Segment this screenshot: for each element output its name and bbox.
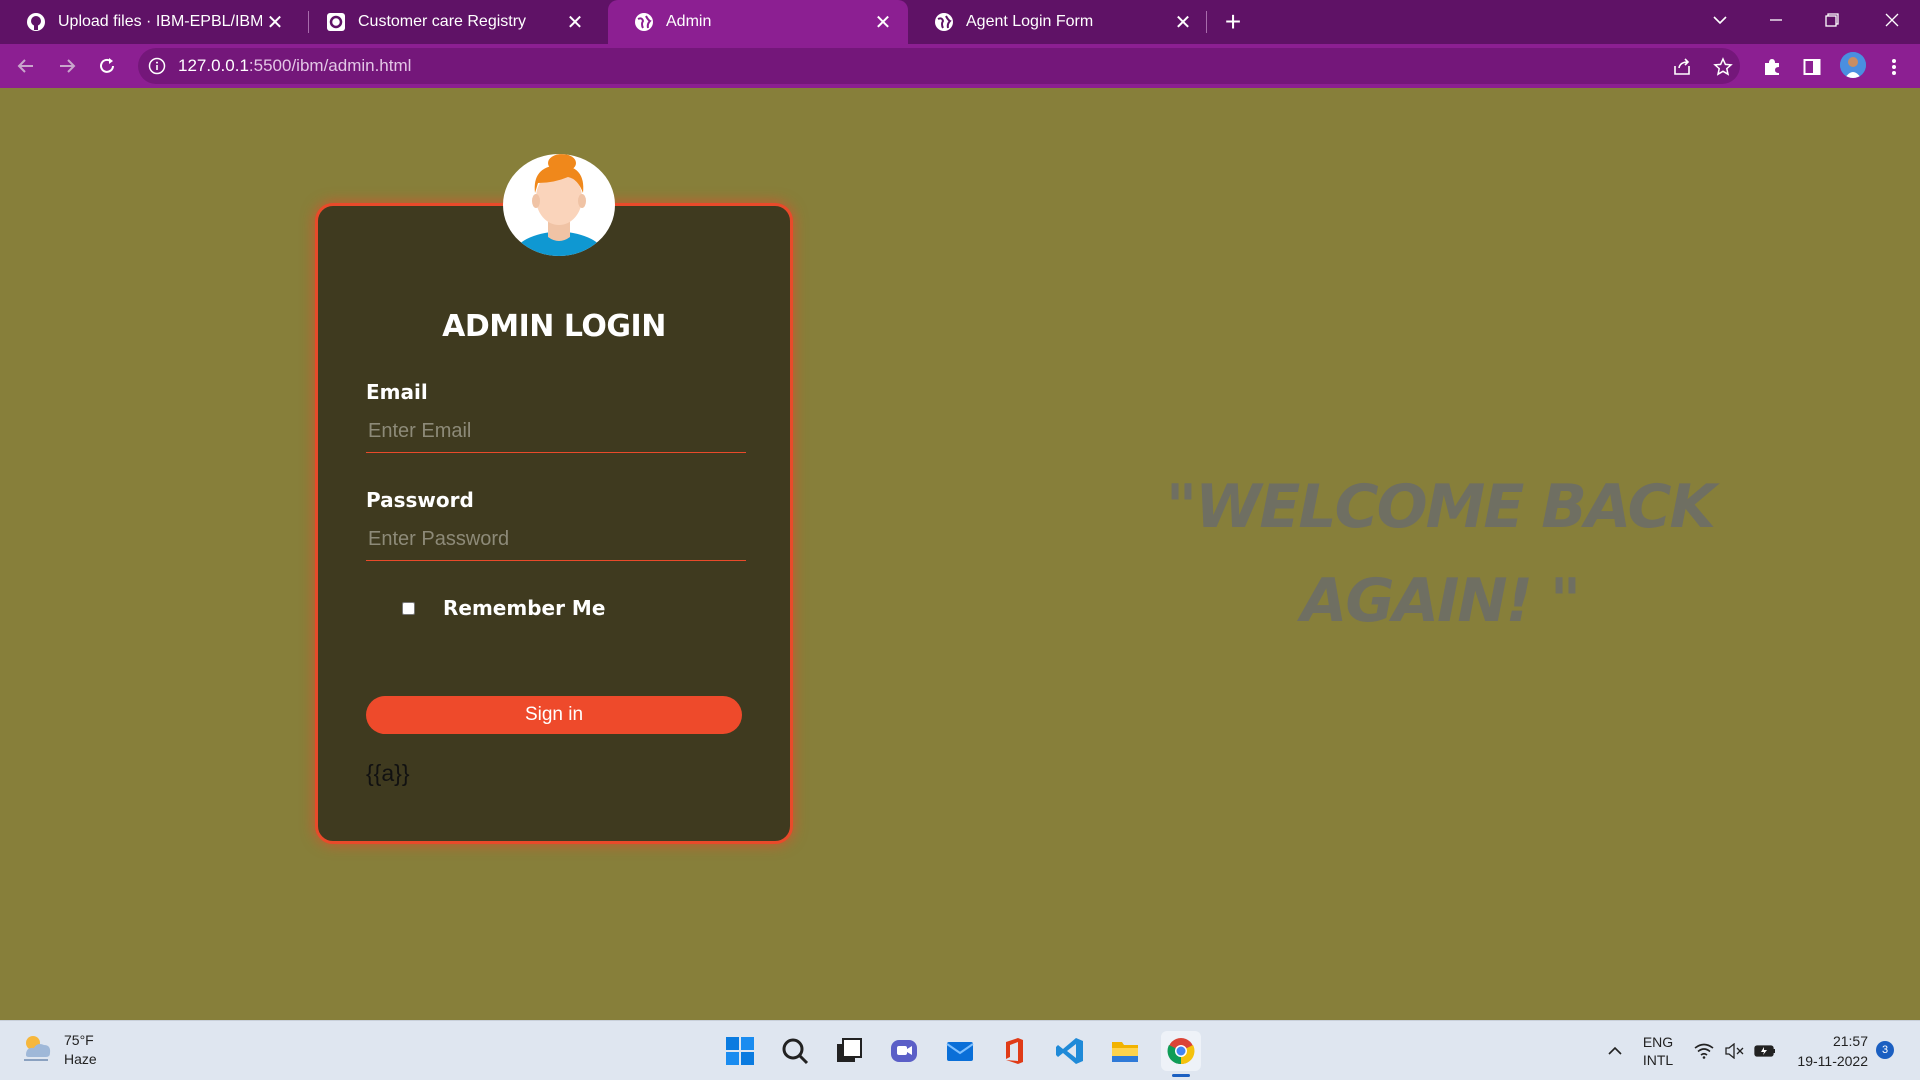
task-view-icon[interactable] <box>829 1031 869 1071</box>
email-label: Email <box>366 380 428 404</box>
globe-icon <box>934 12 954 32</box>
tab-customer-care-registry[interactable]: Customer care Registry ✕ <box>300 0 600 44</box>
notification-count-badge[interactable]: 3 <box>1876 1041 1894 1059</box>
login-title: ADMIN LOGIN <box>442 309 666 344</box>
weather-description: Haze <box>64 1051 97 1067</box>
weather-temperature: 75°F <box>64 1032 94 1048</box>
email-input[interactable] <box>366 411 746 453</box>
clock-time: 21:57 <box>1832 1033 1868 1049</box>
remember-me-checkbox[interactable] <box>402 601 415 615</box>
url-text: 127.0.0.1:5500/ibm/admin.html <box>178 56 412 75</box>
keyboard-layout: INTL <box>1642 1052 1674 1068</box>
address-bar[interactable]: 127.0.0.1:5500/ibm/admin.html <box>138 48 1740 84</box>
sign-in-button[interactable]: Sign in <box>366 696 742 734</box>
tab-separator <box>1206 11 1207 33</box>
welcome-back-heading: "WELCOME BACK AGAIN! " <box>1130 460 1750 648</box>
weather-haze-icon <box>20 1033 54 1068</box>
forward-arrow-icon[interactable] <box>51 50 83 82</box>
user-avatar-image <box>502 153 616 257</box>
file-explorer-icon[interactable] <box>1105 1031 1145 1071</box>
tab-agent-login-form[interactable]: Agent Login Form ✕ <box>908 0 1208 44</box>
remember-me-row: Remember Me <box>402 596 605 620</box>
password-input[interactable] <box>366 519 746 561</box>
input-language-indicator[interactable]: ENG INTL <box>1636 1021 1680 1080</box>
close-tab-icon[interactable]: ✕ <box>1170 9 1196 35</box>
globe-icon <box>634 12 654 32</box>
close-tab-icon[interactable]: ✕ <box>262 9 288 35</box>
github-icon <box>26 12 46 32</box>
language-code: ENG <box>1642 1034 1674 1050</box>
new-tab-button[interactable]: + <box>1218 6 1248 37</box>
chrome-active-indicator <box>1172 1074 1190 1077</box>
template-placeholder-text: {{a}} <box>366 760 410 786</box>
teams-chat-icon[interactable] <box>884 1031 924 1071</box>
site-info-icon[interactable] <box>148 57 166 75</box>
welcome-line-2: AGAIN! " <box>1300 566 1581 636</box>
chrome-icon[interactable] <box>1161 1031 1201 1071</box>
office-icon[interactable] <box>994 1031 1034 1071</box>
tab-title: Customer care Registry <box>358 13 527 30</box>
clock-date: 19-11-2022 <box>1797 1053 1868 1069</box>
windows-taskbar: 75°F Haze ENG INTL 21:57 19-11-2022 <box>0 1020 1920 1080</box>
wifi-icon[interactable] <box>1692 1021 1716 1080</box>
browser-menu-icon[interactable] <box>1881 54 1907 80</box>
tab-title: Admin <box>666 13 712 30</box>
volume-muted-icon[interactable] <box>1722 1021 1746 1080</box>
reload-icon[interactable] <box>91 50 123 82</box>
tab-upload-files[interactable]: Upload files · IBM-EPBL/IBM-Proj ✕ <box>0 0 300 44</box>
weather-widget[interactable]: 75°F Haze <box>20 1031 97 1069</box>
restore-icon[interactable] <box>1804 0 1860 40</box>
password-label: Password <box>366 488 474 512</box>
back-arrow-icon[interactable] <box>10 50 42 82</box>
minimize-icon[interactable] <box>1748 0 1804 40</box>
close-tab-icon[interactable]: ✕ <box>562 9 588 35</box>
show-hidden-icons-chevron-icon[interactable] <box>1600 1021 1630 1080</box>
bookmark-star-icon[interactable] <box>1710 54 1736 80</box>
tab-title: Upload files · IBM-EPBL/IBM-Proj <box>58 13 262 30</box>
welcome-line-1: "WELCOME BACK <box>1165 472 1716 542</box>
search-icon[interactable] <box>775 1031 815 1071</box>
close-window-icon[interactable] <box>1864 0 1920 40</box>
admin-login-card: ADMIN LOGIN Email Password Remember Me S… <box>315 203 793 844</box>
system-clock[interactable]: 21:57 19-11-2022 <box>1788 1031 1868 1071</box>
mail-icon[interactable] <box>940 1031 980 1071</box>
vscode-icon[interactable] <box>1050 1031 1090 1071</box>
remember-me-label: Remember Me <box>443 596 606 620</box>
browser-tab-strip: Upload files · IBM-EPBL/IBM-Proj ✕ Custo… <box>0 0 1920 44</box>
tab-title: Agent Login Form <box>966 13 1094 30</box>
browser-toolbar: 127.0.0.1:5500/ibm/admin.html <box>0 44 1920 88</box>
tab-admin[interactable]: Admin ✕ <box>608 0 908 44</box>
tab-search-chevron-icon[interactable] <box>1692 0 1748 40</box>
extensions-puzzle-icon[interactable] <box>1759 54 1785 80</box>
side-panel-icon[interactable] <box>1799 54 1825 80</box>
profile-avatar[interactable] <box>1840 52 1866 78</box>
page-icon <box>326 12 346 32</box>
close-tab-icon[interactable]: ✕ <box>870 9 896 35</box>
battery-charging-icon[interactable] <box>1752 1021 1778 1080</box>
share-icon[interactable] <box>1669 54 1695 80</box>
windows-start-icon[interactable] <box>720 1031 760 1071</box>
